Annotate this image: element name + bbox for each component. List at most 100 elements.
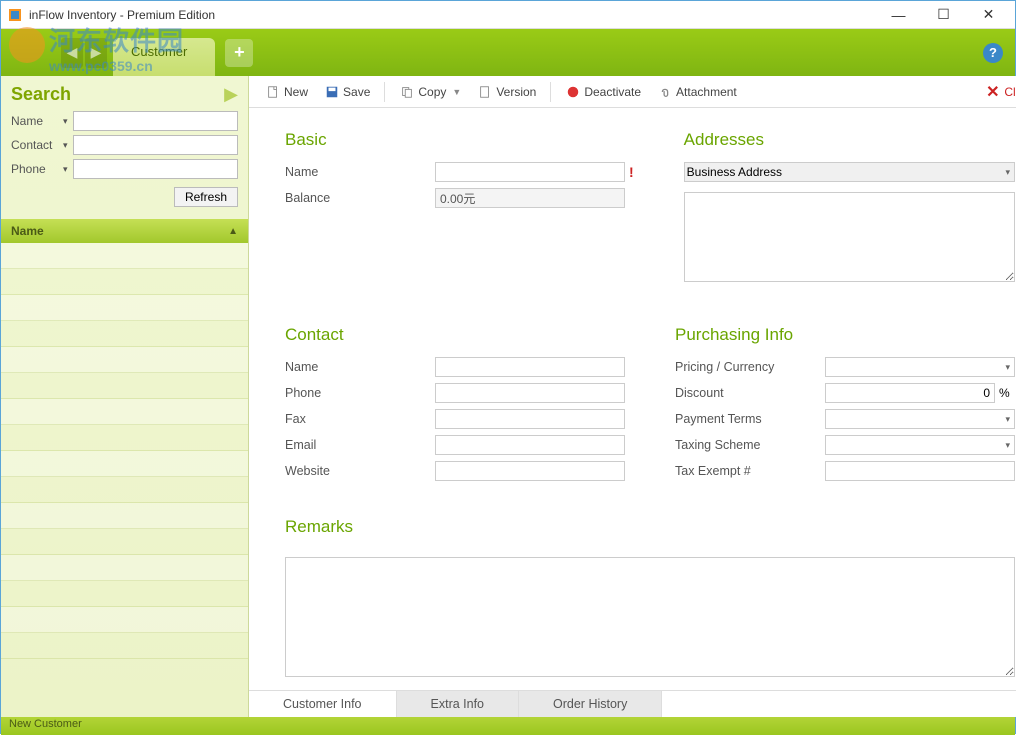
list-item[interactable] xyxy=(1,633,248,659)
search-contact-input[interactable] xyxy=(73,135,238,155)
contact-phone-input[interactable] xyxy=(435,383,625,403)
list-item[interactable] xyxy=(1,347,248,373)
search-name-input[interactable] xyxy=(73,111,238,131)
list-item[interactable] xyxy=(1,451,248,477)
contact-name-input[interactable] xyxy=(435,357,625,377)
address-textarea[interactable] xyxy=(684,192,1015,282)
nav-back-button[interactable]: ◀ xyxy=(61,38,83,68)
refresh-button[interactable]: Refresh xyxy=(174,187,238,207)
search-name-dd[interactable]: ▾ xyxy=(63,116,73,127)
status-text: New Customer xyxy=(9,718,82,730)
list-item[interactable] xyxy=(1,581,248,607)
titlebar: inFlow Inventory - Premium Edition — ☐ ✕ xyxy=(1,1,1015,29)
remarks-textarea[interactable] xyxy=(285,557,1015,677)
list-item[interactable] xyxy=(1,295,248,321)
save-button[interactable]: Save xyxy=(318,81,376,102)
taxing-select[interactable] xyxy=(825,435,1015,455)
terms-label: Payment Terms xyxy=(675,412,825,426)
tab-order-history[interactable]: Order History xyxy=(519,691,662,717)
section-basic: Basic xyxy=(285,130,634,150)
list-item[interactable] xyxy=(1,607,248,633)
section-contact: Contact xyxy=(285,325,625,345)
search-header: Search ▶ xyxy=(1,76,248,109)
new-icon xyxy=(265,84,280,99)
close-window-button[interactable]: ✕ xyxy=(966,1,1011,29)
content: New Save Copy ▼ Version Deactivate xyxy=(249,76,1016,717)
discount-input[interactable] xyxy=(825,383,995,403)
exempt-input[interactable] xyxy=(825,461,1015,481)
new-button[interactable]: New xyxy=(259,81,314,102)
grid-header[interactable]: Name ▲ xyxy=(1,219,248,243)
list-item[interactable] xyxy=(1,243,248,269)
deactivate-icon xyxy=(565,84,580,99)
tab-add-button[interactable]: + xyxy=(225,39,253,67)
main-area: Search ▶ Name ▾ Contact ▾ Phone ▾ Refres… xyxy=(1,76,1015,717)
tab-customer[interactable]: Customer xyxy=(113,38,215,76)
minimize-button[interactable]: — xyxy=(876,1,921,29)
terms-select[interactable] xyxy=(825,409,1015,429)
search-contact-label: Contact xyxy=(11,138,63,152)
nav-forward-button[interactable]: ▶ xyxy=(85,38,107,68)
paperclip-icon xyxy=(657,84,672,99)
address-type-select[interactable]: Business Address xyxy=(684,162,1015,182)
taxing-label: Taxing Scheme xyxy=(675,438,825,452)
list-item[interactable] xyxy=(1,425,248,451)
help-button[interactable]: ? xyxy=(983,43,1003,63)
list-item[interactable] xyxy=(1,373,248,399)
statusbar: New Customer xyxy=(1,717,1015,735)
pricing-label: Pricing / Currency xyxy=(675,360,825,374)
copy-icon xyxy=(399,84,414,99)
version-icon xyxy=(477,84,492,99)
toolbar: New Save Copy ▼ Version Deactivate xyxy=(249,76,1016,108)
basic-name-input[interactable] xyxy=(435,162,625,182)
grid-header-name: Name xyxy=(11,224,44,238)
section-addresses: Addresses xyxy=(684,130,1015,150)
basic-balance-label: Balance xyxy=(285,191,435,205)
search-name-label: Name xyxy=(11,114,63,128)
list-item[interactable] xyxy=(1,503,248,529)
attachment-button[interactable]: Attachment xyxy=(651,81,743,102)
search-label: Search xyxy=(11,84,71,105)
list-item[interactable] xyxy=(1,269,248,295)
list-item[interactable] xyxy=(1,555,248,581)
list-item[interactable] xyxy=(1,477,248,503)
tab-extra-info[interactable]: Extra Info xyxy=(397,691,520,717)
sidebar: Search ▶ Name ▾ Contact ▾ Phone ▾ Refres… xyxy=(1,76,249,717)
list-item[interactable] xyxy=(1,321,248,347)
search-phone-dd[interactable]: ▾ xyxy=(63,164,73,175)
tab-customer-info[interactable]: Customer Info xyxy=(249,691,397,717)
contact-email-input[interactable] xyxy=(435,435,625,455)
bottom-tabs: Customer Info Extra Info Order History xyxy=(249,690,1016,717)
section-purchasing: Purchasing Info xyxy=(675,325,1015,345)
form-area: Basic Name ! Balance 0.00元 Addresses Bus… xyxy=(249,108,1016,690)
contact-phone-label: Phone xyxy=(285,386,435,400)
contact-fax-label: Fax xyxy=(285,412,435,426)
grid-body[interactable] xyxy=(1,243,248,717)
required-icon: ! xyxy=(629,164,634,180)
contact-fax-input[interactable] xyxy=(435,409,625,429)
save-icon xyxy=(324,84,339,99)
tabstrip: ◀ ▶ Customer + ? xyxy=(1,29,1015,76)
app-icon xyxy=(7,7,23,23)
chevron-down-icon: ▼ xyxy=(452,87,461,97)
contact-website-label: Website xyxy=(285,464,435,478)
copy-button[interactable]: Copy ▼ xyxy=(393,81,467,102)
search-contact-dd[interactable]: ▾ xyxy=(63,140,73,151)
contact-website-input[interactable] xyxy=(435,461,625,481)
discount-label: Discount xyxy=(675,386,825,400)
list-item[interactable] xyxy=(1,399,248,425)
search-phone-input[interactable] xyxy=(73,159,238,179)
section-remarks: Remarks xyxy=(285,517,1015,537)
list-item[interactable] xyxy=(1,529,248,555)
deactivate-button[interactable]: Deactivate xyxy=(559,81,647,102)
search-collapse-icon[interactable]: ▶ xyxy=(224,84,238,105)
sort-icon: ▲ xyxy=(228,226,238,237)
maximize-button[interactable]: ☐ xyxy=(921,1,966,29)
window-title: inFlow Inventory - Premium Edition xyxy=(29,8,876,22)
exempt-label: Tax Exempt # xyxy=(675,464,825,478)
version-button[interactable]: Version xyxy=(471,81,542,102)
contact-name-label: Name xyxy=(285,360,435,374)
pricing-select[interactable] xyxy=(825,357,1015,377)
close-button[interactable]: ✕ Close xyxy=(979,81,1016,102)
close-icon: ✕ xyxy=(985,84,1000,99)
